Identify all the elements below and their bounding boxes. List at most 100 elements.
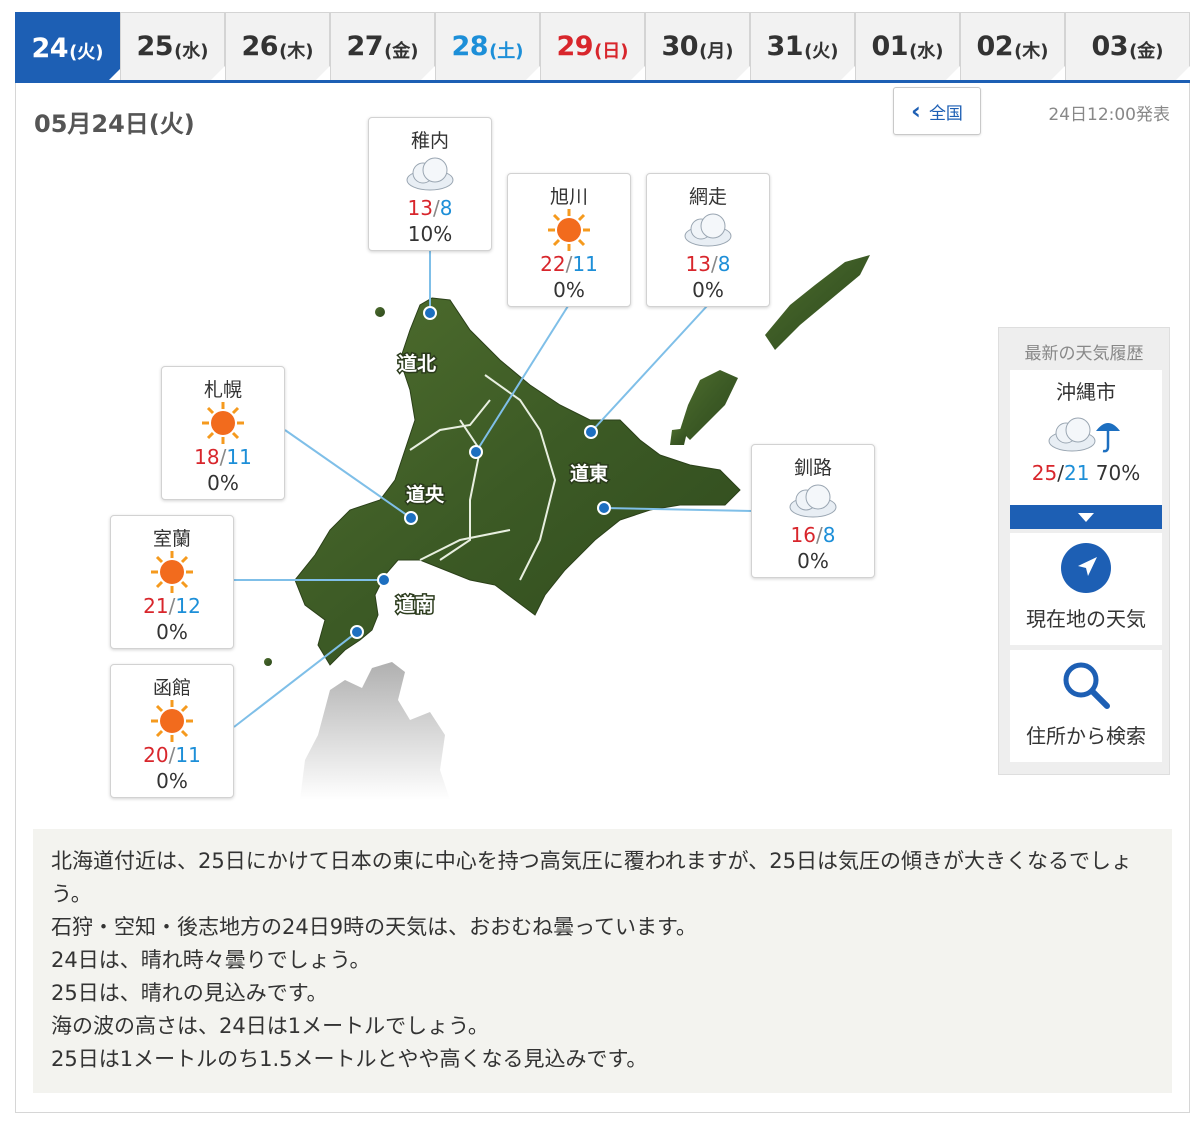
temp-low: 11 [226,445,252,469]
tab-weekday: (火) [804,40,839,62]
city-card-hakodate[interactable]: 函館 20/11 0% [110,664,234,798]
temp-low: 8 [439,196,453,220]
recent-city-name: 沖縄市 [1056,380,1116,404]
city-card-sapporo[interactable]: 札幌 18/11 0% [161,366,285,500]
tab-weekday: (木) [279,40,314,62]
temp-low: 8 [822,523,836,547]
current-location-weather-button[interactable]: 現在地の天気 [1010,533,1162,645]
temp-low: 11 [572,252,598,276]
tab-weekday: (金) [384,40,419,62]
forecast-line: 石狩・空知・後志地方の24日9時の天気は、おおむね曇っています。 [51,915,697,939]
date-tab[interactable]: 28 (土) [435,12,540,80]
temp-low: 8 [717,252,731,276]
date-tab[interactable]: 29 (日) [540,12,645,80]
temp-low: 21 [1063,461,1090,485]
date-tabs: 24 (火) 25 (水) 26 (木) 27 (金) 28 (土) 29 (日) 30 (月… [15,12,1190,84]
tab-weekday: (水) [909,40,944,62]
precip-probability: 0% [553,278,585,302]
tab-day: 30 [661,31,699,62]
date-tab[interactable]: 26 (木) [225,12,330,80]
forecast-line: 北海道付近は、25日にかけて日本の東に中心を持つ高気圧に覆われますが、25日は気… [51,849,1132,906]
tab-weekday: (日) [594,40,629,62]
precip-probability: 0% [207,471,239,495]
tab-day: 26 [241,31,279,62]
city-name: 釧路 [793,457,832,479]
precip-probability: 0% [692,278,724,302]
forecast-line: 25日は、晴れの見込みです。 [51,981,328,1005]
city-card-wakkanai[interactable]: 稚内 13/8 10% [368,117,492,251]
date-tab[interactable]: 27 (金) [330,12,435,80]
forecast-description: 北海道付近は、25日にかけて日本の東に中心を持つ高気圧に覆われますが、25日は気… [33,829,1172,1093]
cloudy-icon [369,152,491,196]
recent-weather-title: 最新の天気履歴 [1024,344,1144,364]
chevron-left-icon: ‹ [911,97,921,125]
city-name: 室蘭 [152,528,191,550]
date-tab[interactable]: 03 (金) [1065,12,1190,80]
date-tab[interactable]: 31 (火) [750,12,855,80]
city-name: 札幌 [203,379,242,401]
tab-day: 24 [31,32,69,64]
search-icon [1010,650,1162,720]
recent-city-temps: 25/21 70% [1031,461,1141,485]
city-card-asahikawa[interactable]: 旭川 22/11 0% [507,173,631,307]
temperature: 18/11 [194,445,252,469]
tab-weekday: (水) [174,40,209,62]
date-tab[interactable]: 01 (水) [855,12,960,80]
date-tab[interactable]: 25 (水) [120,12,225,80]
forecast-line: 25日は1メートルのち1.5メートルとやや高くなる見込みです。 [51,1047,648,1071]
location-arrow-icon [1010,533,1162,603]
temperature: 21/12 [143,594,201,618]
date-tab[interactable]: 24 (火) [15,12,120,83]
temp-high: 21 [143,594,169,618]
tab-day: 31 [766,31,804,62]
city-card-abashiri[interactable]: 網走 13/8 0% [646,173,770,307]
temp-high: 22 [540,252,566,276]
back-label: 全国 [928,103,963,124]
recent-weather-widget: 最新の天気履歴 沖縄市 25/21 70% 現在地の天気 住所から検索 [998,327,1170,775]
sunny-icon [111,699,233,743]
forecast-line: 海の波の高さは、24日は1メートルでしょう。 [51,1014,489,1038]
temp-low: 12 [175,594,201,618]
temp-high: 25 [1031,461,1058,485]
city-card-muroran[interactable]: 室蘭 21/12 0% [110,515,234,649]
city-card-kushiro[interactable]: 釧路 16/8 0% [751,444,875,578]
tab-weekday: (木) [1014,40,1049,62]
temp-high: 13 [407,196,433,220]
back-to-national-button[interactable]: ‹ 全国 [893,87,981,135]
city-name: 旭川 [549,186,588,208]
temperature: 16/8 [790,523,836,547]
precip-probability: 0% [797,549,829,573]
tab-weekday: (金) [1129,40,1164,62]
sunny-icon [508,208,630,252]
temperature: 20/11 [143,743,201,767]
expand-history-button[interactable] [1010,505,1162,529]
date-tab[interactable]: 30 (月) [645,12,750,80]
tab-weekday: (火) [69,42,104,63]
current-location-label: 現在地の天気 [1026,607,1146,631]
tab-day: 03 [1091,31,1129,62]
temp-low: 11 [175,743,201,767]
cloudy-rain-icon [1010,405,1162,461]
tab-day: 29 [556,31,594,62]
sunny-icon [111,550,233,594]
temperature: 13/8 [685,252,731,276]
tab-weekday: (月) [699,40,734,62]
recent-city-card[interactable]: 沖縄市 25/21 70% [1010,370,1162,505]
cloudy-icon [752,479,874,523]
precip-probability: 10% [407,222,453,246]
temp-high: 13 [685,252,711,276]
date-tab[interactable]: 02 (木) [960,12,1065,80]
address-search-button[interactable]: 住所から検索 [1010,650,1162,762]
city-name: 稚内 [410,130,449,152]
published-time: 24日12:00発表 [1048,105,1170,125]
precip-probability: 70% [1095,461,1141,485]
temperature: 13/8 [407,196,453,220]
forecast-line: 24日は、晴れ時々曇りでしょう。 [51,948,371,972]
temp-high: 16 [790,523,816,547]
tab-day: 27 [346,31,384,62]
precip-probability: 0% [156,620,188,644]
page-title: 05月24日(火) [34,110,195,138]
city-name: 函館 [152,677,191,699]
address-search-label: 住所から検索 [1026,724,1146,748]
tab-day: 28 [451,31,489,62]
